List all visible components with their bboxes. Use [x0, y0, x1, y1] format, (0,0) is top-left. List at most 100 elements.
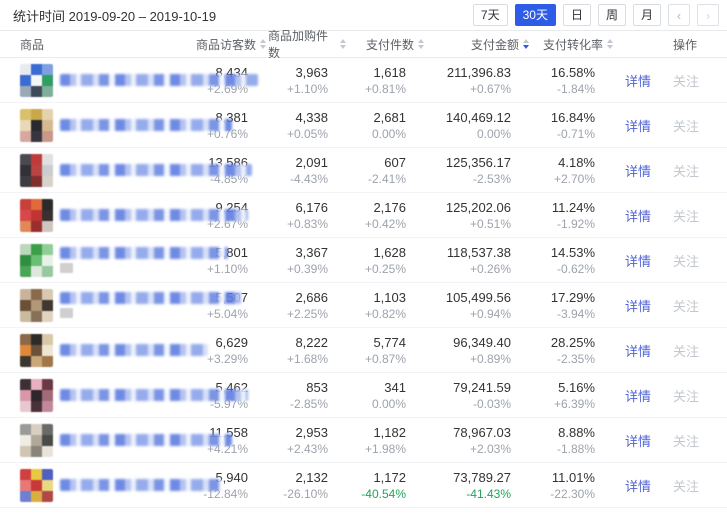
- amount-delta: +0.26%: [426, 262, 511, 276]
- product-name: [60, 164, 252, 176]
- conversion-cell: 14.53% -0.62%: [531, 245, 615, 276]
- cart-value: 853: [268, 380, 328, 395]
- detail-link[interactable]: 详情: [625, 341, 651, 360]
- product-cell[interactable]: [0, 469, 190, 502]
- amount-value: 125,202.06: [426, 200, 511, 215]
- product-thumbnail: [20, 109, 53, 142]
- follow-link[interactable]: 关注: [673, 116, 699, 135]
- cart-cell: 2,686 +2.25%: [268, 290, 348, 321]
- cart-delta: -26.10%: [268, 487, 328, 501]
- amount-value: 105,499.56: [426, 290, 511, 305]
- paid-delta: +0.87%: [348, 352, 406, 366]
- cart-value: 4,338: [268, 110, 328, 125]
- conversion-delta: +2.70%: [531, 172, 595, 186]
- cart-cell: 4,338 +0.05%: [268, 110, 348, 141]
- product-name-redacted: [60, 434, 232, 446]
- product-cell[interactable]: [0, 424, 190, 457]
- amount-value: 96,349.40: [426, 335, 511, 350]
- range-button-4[interactable]: 月: [633, 4, 661, 26]
- detail-link[interactable]: 详情: [625, 476, 651, 495]
- product-cell[interactable]: [0, 379, 190, 412]
- amount-value: 140,469.12: [426, 110, 511, 125]
- range-button-0[interactable]: 7天: [473, 4, 508, 26]
- product-cell[interactable]: [0, 289, 190, 322]
- amount-value: 73,789.27: [426, 470, 511, 485]
- detail-link[interactable]: 详情: [625, 71, 651, 90]
- follow-link[interactable]: 关注: [673, 161, 699, 180]
- next-page-button[interactable]: ›: [697, 4, 719, 26]
- column-header-conversion-label: 支付转化率: [543, 36, 603, 53]
- paid-cell: 2,176 +0.42%: [348, 200, 426, 231]
- table-row: 9,254 +2.67% 6,176 +0.83% 2,176 +0.42% 1…: [0, 193, 727, 238]
- paid-delta: +0.25%: [348, 262, 406, 276]
- detail-link[interactable]: 详情: [625, 296, 651, 315]
- amount-cell: 125,202.06 +0.51%: [426, 200, 531, 231]
- product-cell[interactable]: [0, 334, 190, 367]
- cart-value: 2,953: [268, 425, 328, 440]
- follow-link[interactable]: 关注: [673, 476, 699, 495]
- conversion-value: 11.01%: [531, 470, 595, 485]
- cart-cell: 3,367 +0.39%: [268, 245, 348, 276]
- stat-time-label: 统计时间 2019-09-20 – 2019-10-19: [13, 6, 216, 25]
- product-cell[interactable]: [0, 244, 190, 277]
- detail-link[interactable]: 详情: [625, 116, 651, 135]
- paid-value: 2,176: [348, 200, 406, 215]
- product-name-redacted: [60, 119, 232, 131]
- sort-carets-icon: [340, 39, 346, 49]
- conversion-cell: 17.29% -3.94%: [531, 290, 615, 321]
- amount-delta: -2.53%: [426, 172, 511, 186]
- cart-delta: +0.05%: [268, 127, 328, 141]
- follow-link[interactable]: 关注: [673, 386, 699, 405]
- conversion-value: 4.18%: [531, 155, 595, 170]
- cart-cell: 2,132 -26.10%: [268, 470, 348, 501]
- paid-cell: 341 0.00%: [348, 380, 426, 411]
- paid-delta: +0.81%: [348, 82, 406, 96]
- paid-cell: 5,774 +0.87%: [348, 335, 426, 366]
- table-row: 8,434 +2.69% 3,963 +1.10% 1,618 +0.81% 2…: [0, 58, 727, 103]
- follow-link[interactable]: 关注: [673, 71, 699, 90]
- prev-page-button[interactable]: ‹: [668, 4, 690, 26]
- chevron-right-icon: ›: [706, 8, 710, 23]
- follow-link[interactable]: 关注: [673, 251, 699, 270]
- amount-cell: 79,241.59 -0.03%: [426, 380, 531, 411]
- action-cell: 详情 关注: [615, 341, 727, 360]
- cart-delta: +2.43%: [268, 442, 328, 456]
- detail-link[interactable]: 详情: [625, 206, 651, 225]
- follow-link[interactable]: 关注: [673, 296, 699, 315]
- product-name-redacted: [60, 389, 248, 401]
- column-header-paid[interactable]: 支付件数: [348, 36, 426, 53]
- stats-toolbar: 统计时间 2019-09-20 – 2019-10-19 7天30天日周月 ‹ …: [0, 0, 727, 31]
- product-cell[interactable]: [0, 109, 190, 142]
- product-name: [60, 479, 222, 491]
- follow-link[interactable]: 关注: [673, 431, 699, 450]
- follow-link[interactable]: 关注: [673, 341, 699, 360]
- product-cell[interactable]: [0, 199, 190, 232]
- cart-value: 2,091: [268, 155, 328, 170]
- range-button-3[interactable]: 周: [598, 4, 626, 26]
- follow-link[interactable]: 关注: [673, 206, 699, 225]
- column-header-visitors[interactable]: 商品访客数: [190, 36, 268, 53]
- product-name: [60, 119, 232, 131]
- product-name-redacted: [60, 344, 208, 356]
- detail-link[interactable]: 详情: [625, 431, 651, 450]
- conversion-delta: -0.62%: [531, 262, 595, 276]
- detail-link[interactable]: 详情: [625, 386, 651, 405]
- paid-delta: +0.82%: [348, 307, 406, 321]
- amount-delta: -0.03%: [426, 397, 511, 411]
- product-cell[interactable]: [0, 154, 190, 187]
- column-header-amount[interactable]: 支付金额: [426, 36, 531, 53]
- product-cell[interactable]: [0, 64, 190, 97]
- detail-link[interactable]: 详情: [625, 161, 651, 180]
- column-header-cart[interactable]: 商品加购件数: [268, 27, 348, 61]
- product-thumbnail: [20, 289, 53, 322]
- detail-link[interactable]: 详情: [625, 251, 651, 270]
- product-subline-redacted: [60, 308, 73, 318]
- range-button-1-active[interactable]: 30天: [515, 4, 556, 26]
- column-header-conversion[interactable]: 支付转化率: [531, 36, 615, 53]
- action-cell: 详情 关注: [615, 116, 727, 135]
- paid-value: 2,681: [348, 110, 406, 125]
- table-header: 商品 商品访客数 商品加购件数 支付件数 支付金额 支付转化率 操作: [0, 31, 727, 58]
- amount-delta: 0.00%: [426, 127, 511, 141]
- paid-cell: 2,681 0.00%: [348, 110, 426, 141]
- range-button-2[interactable]: 日: [563, 4, 591, 26]
